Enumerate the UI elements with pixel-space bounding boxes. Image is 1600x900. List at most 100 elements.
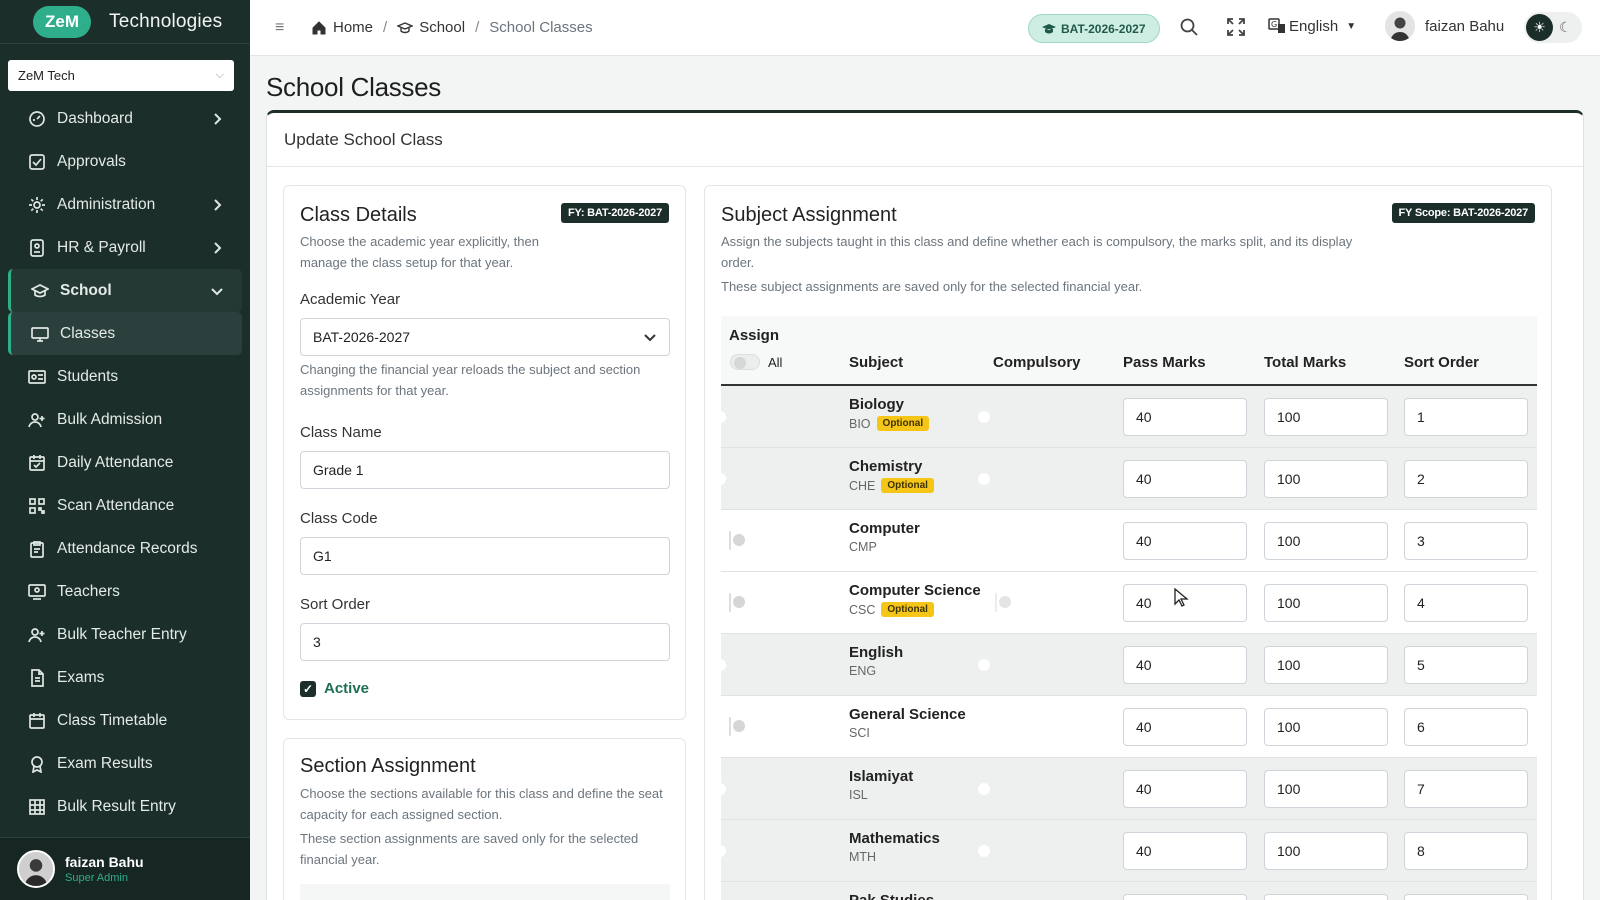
class-code-input[interactable]: G1 — [300, 537, 670, 575]
header-total-marks: Total Marks — [1264, 354, 1347, 371]
sort-order-input[interactable]: 5 — [1404, 646, 1528, 684]
breadcrumb-home[interactable]: Home — [333, 19, 373, 36]
sidebar-item-school[interactable]: School — [8, 269, 242, 312]
academic-year-select[interactable]: BAT-2026-2027 — [300, 318, 670, 356]
assign-all-switch[interactable] — [730, 354, 760, 370]
sidebar-item-classes[interactable]: Classes — [8, 312, 242, 355]
sidebar-item-label: Exams — [57, 668, 105, 686]
sidebar-item-bulk-result-entry[interactable]: Bulk Result Entry — [0, 785, 250, 828]
award-icon — [27, 754, 47, 774]
subject-code: CHE — [849, 478, 876, 493]
financial-year-badge[interactable]: BAT-2026-2027 — [1028, 14, 1160, 43]
caret-down-icon: ▼ — [1346, 20, 1357, 32]
sidebar-item-hr-payroll[interactable]: HR & Payroll — [0, 226, 250, 269]
user-plus-icon — [27, 410, 47, 430]
sidebar-item-label: School — [60, 281, 112, 299]
sidebar-item-daily-attendance[interactable]: Daily Attendance — [0, 441, 250, 484]
total-marks-input[interactable]: 100 — [1264, 522, 1388, 560]
brand-name: Technologies — [109, 10, 223, 32]
total-marks-input[interactable]: 100 — [1264, 584, 1388, 622]
brand-logo[interactable]: ZeM — [33, 5, 91, 38]
subject-code: ENG — [849, 664, 877, 678]
sidebar-item-label: Administration — [57, 195, 156, 213]
compulsory-switch[interactable] — [995, 593, 997, 612]
sidebar-item-label: Scan Attendance — [57, 496, 175, 514]
total-marks-input[interactable] — [1264, 894, 1388, 900]
breadcrumb-school[interactable]: School — [419, 19, 465, 36]
header-compulsory: Compulsory — [993, 354, 1081, 371]
sidebar-item-approvals[interactable]: Approvals — [0, 140, 250, 183]
sidebar-item-bulk-admission[interactable]: Bulk Admission — [0, 398, 250, 441]
pass-marks-input[interactable]: 40 — [1123, 646, 1247, 684]
pass-marks-input[interactable]: 40 — [1123, 708, 1247, 746]
language-select[interactable]: G English ▼ — [1268, 17, 1356, 35]
academic-year-help: Changing the financial year reloads the … — [300, 362, 641, 398]
sort-order-input[interactable]: 3 — [300, 623, 670, 661]
sort-order-input[interactable]: 7 — [1404, 770, 1528, 808]
language-value: English — [1289, 17, 1339, 35]
user-name: faizan Bahu — [1425, 17, 1505, 35]
total-marks-input[interactable]: 100 — [1264, 708, 1388, 746]
search-icon[interactable] — [1179, 17, 1201, 39]
assign-switch[interactable] — [729, 717, 731, 736]
active-checkbox-row[interactable]: ✓ Active — [300, 680, 369, 697]
total-marks-input[interactable]: 100 — [1264, 770, 1388, 808]
avatar — [17, 850, 55, 888]
user-menu[interactable]: faizan Bahu — [1385, 11, 1504, 41]
pass-marks-input[interactable]: 40 — [1123, 832, 1247, 870]
sidebar-item-students[interactable]: Students — [0, 355, 250, 398]
sidebar-item-class-timetable[interactable]: Class Timetable — [0, 699, 250, 742]
total-marks-input[interactable]: 100 — [1264, 832, 1388, 870]
sort-order-input[interactable]: 1 — [1404, 398, 1528, 436]
section-table-header — [300, 884, 670, 900]
total-marks-input[interactable]: 100 — [1264, 646, 1388, 684]
active-checkbox[interactable]: ✓ — [300, 680, 316, 697]
breadcrumb: Home / School / School Classes — [311, 19, 593, 36]
table-row: Pak Studies — [721, 882, 1537, 900]
dashboard-icon — [27, 109, 47, 129]
moon-icon[interactable]: ☾ — [1559, 19, 1572, 36]
subject-code: SCI — [849, 726, 870, 740]
sidebar-item-exam-results[interactable]: Exam Results — [0, 742, 250, 785]
total-marks-input[interactable]: 100 — [1264, 398, 1388, 436]
sort-order-input[interactable]: 6 — [1404, 708, 1528, 746]
subject-name: Islamiyat — [849, 768, 914, 785]
subject-table-body: Biology BIO Optional 40 100 1 Chemistry CHE Opti… — [721, 386, 1537, 900]
sidebar-item-label: Approvals — [57, 152, 126, 170]
subject-name: General Science — [849, 706, 966, 723]
assign-switch[interactable] — [729, 593, 731, 612]
sidebar-item-attendance-records[interactable]: Attendance Records — [0, 527, 250, 570]
subject-code: ISL — [849, 788, 868, 802]
assign-switch[interactable] — [729, 531, 731, 550]
sort-order-input[interactable]: 4 — [1404, 584, 1528, 622]
sort-order-input[interactable]: 2 — [1404, 460, 1528, 498]
sort-order-input[interactable]: 3 — [1404, 522, 1528, 560]
fullscreen-icon[interactable] — [1226, 17, 1248, 39]
sidebar-item-teachers[interactable]: Teachers — [0, 570, 250, 613]
total-marks-input[interactable]: 100 — [1264, 460, 1388, 498]
section-assignment-note: These section assignments are saved only… — [300, 831, 639, 867]
sidebar-item-dashboard[interactable]: Dashboard — [0, 97, 250, 140]
organization-select[interactable]: ZeM Tech ⌵ — [8, 60, 234, 91]
academic-year-label: Academic Year — [300, 291, 401, 308]
subject-code: BIO — [849, 416, 871, 431]
sidebar-user[interactable]: faizan Bahu Super Admin — [0, 837, 250, 900]
sidebar-item-scan-attendance[interactable]: Scan Attendance — [0, 484, 250, 527]
sort-order-input[interactable] — [1404, 894, 1528, 900]
optional-badge: Optional — [881, 602, 934, 617]
sidebar-item-exams[interactable]: Exams — [0, 656, 250, 699]
theme-toggle[interactable]: ☀ ☾ — [1524, 12, 1582, 43]
pass-marks-input[interactable] — [1123, 894, 1247, 900]
pass-marks-input[interactable]: 40 — [1123, 522, 1247, 560]
class-name-input[interactable]: Grade 1 — [300, 451, 670, 489]
pass-marks-input[interactable]: 40 — [1123, 460, 1247, 498]
assign-all-toggle[interactable]: All — [730, 354, 782, 370]
sun-icon[interactable]: ☀ — [1526, 14, 1553, 41]
sidebar-item-bulk-teacher-entry[interactable]: Bulk Teacher Entry — [0, 613, 250, 656]
sort-order-input[interactable]: 8 — [1404, 832, 1528, 870]
pass-marks-input[interactable]: 40 — [1123, 398, 1247, 436]
grid-icon — [27, 797, 47, 817]
menu-icon[interactable]: ≡ — [275, 19, 291, 37]
sidebar-item-administration[interactable]: Administration — [0, 183, 250, 226]
pass-marks-input[interactable]: 40 — [1123, 770, 1247, 808]
